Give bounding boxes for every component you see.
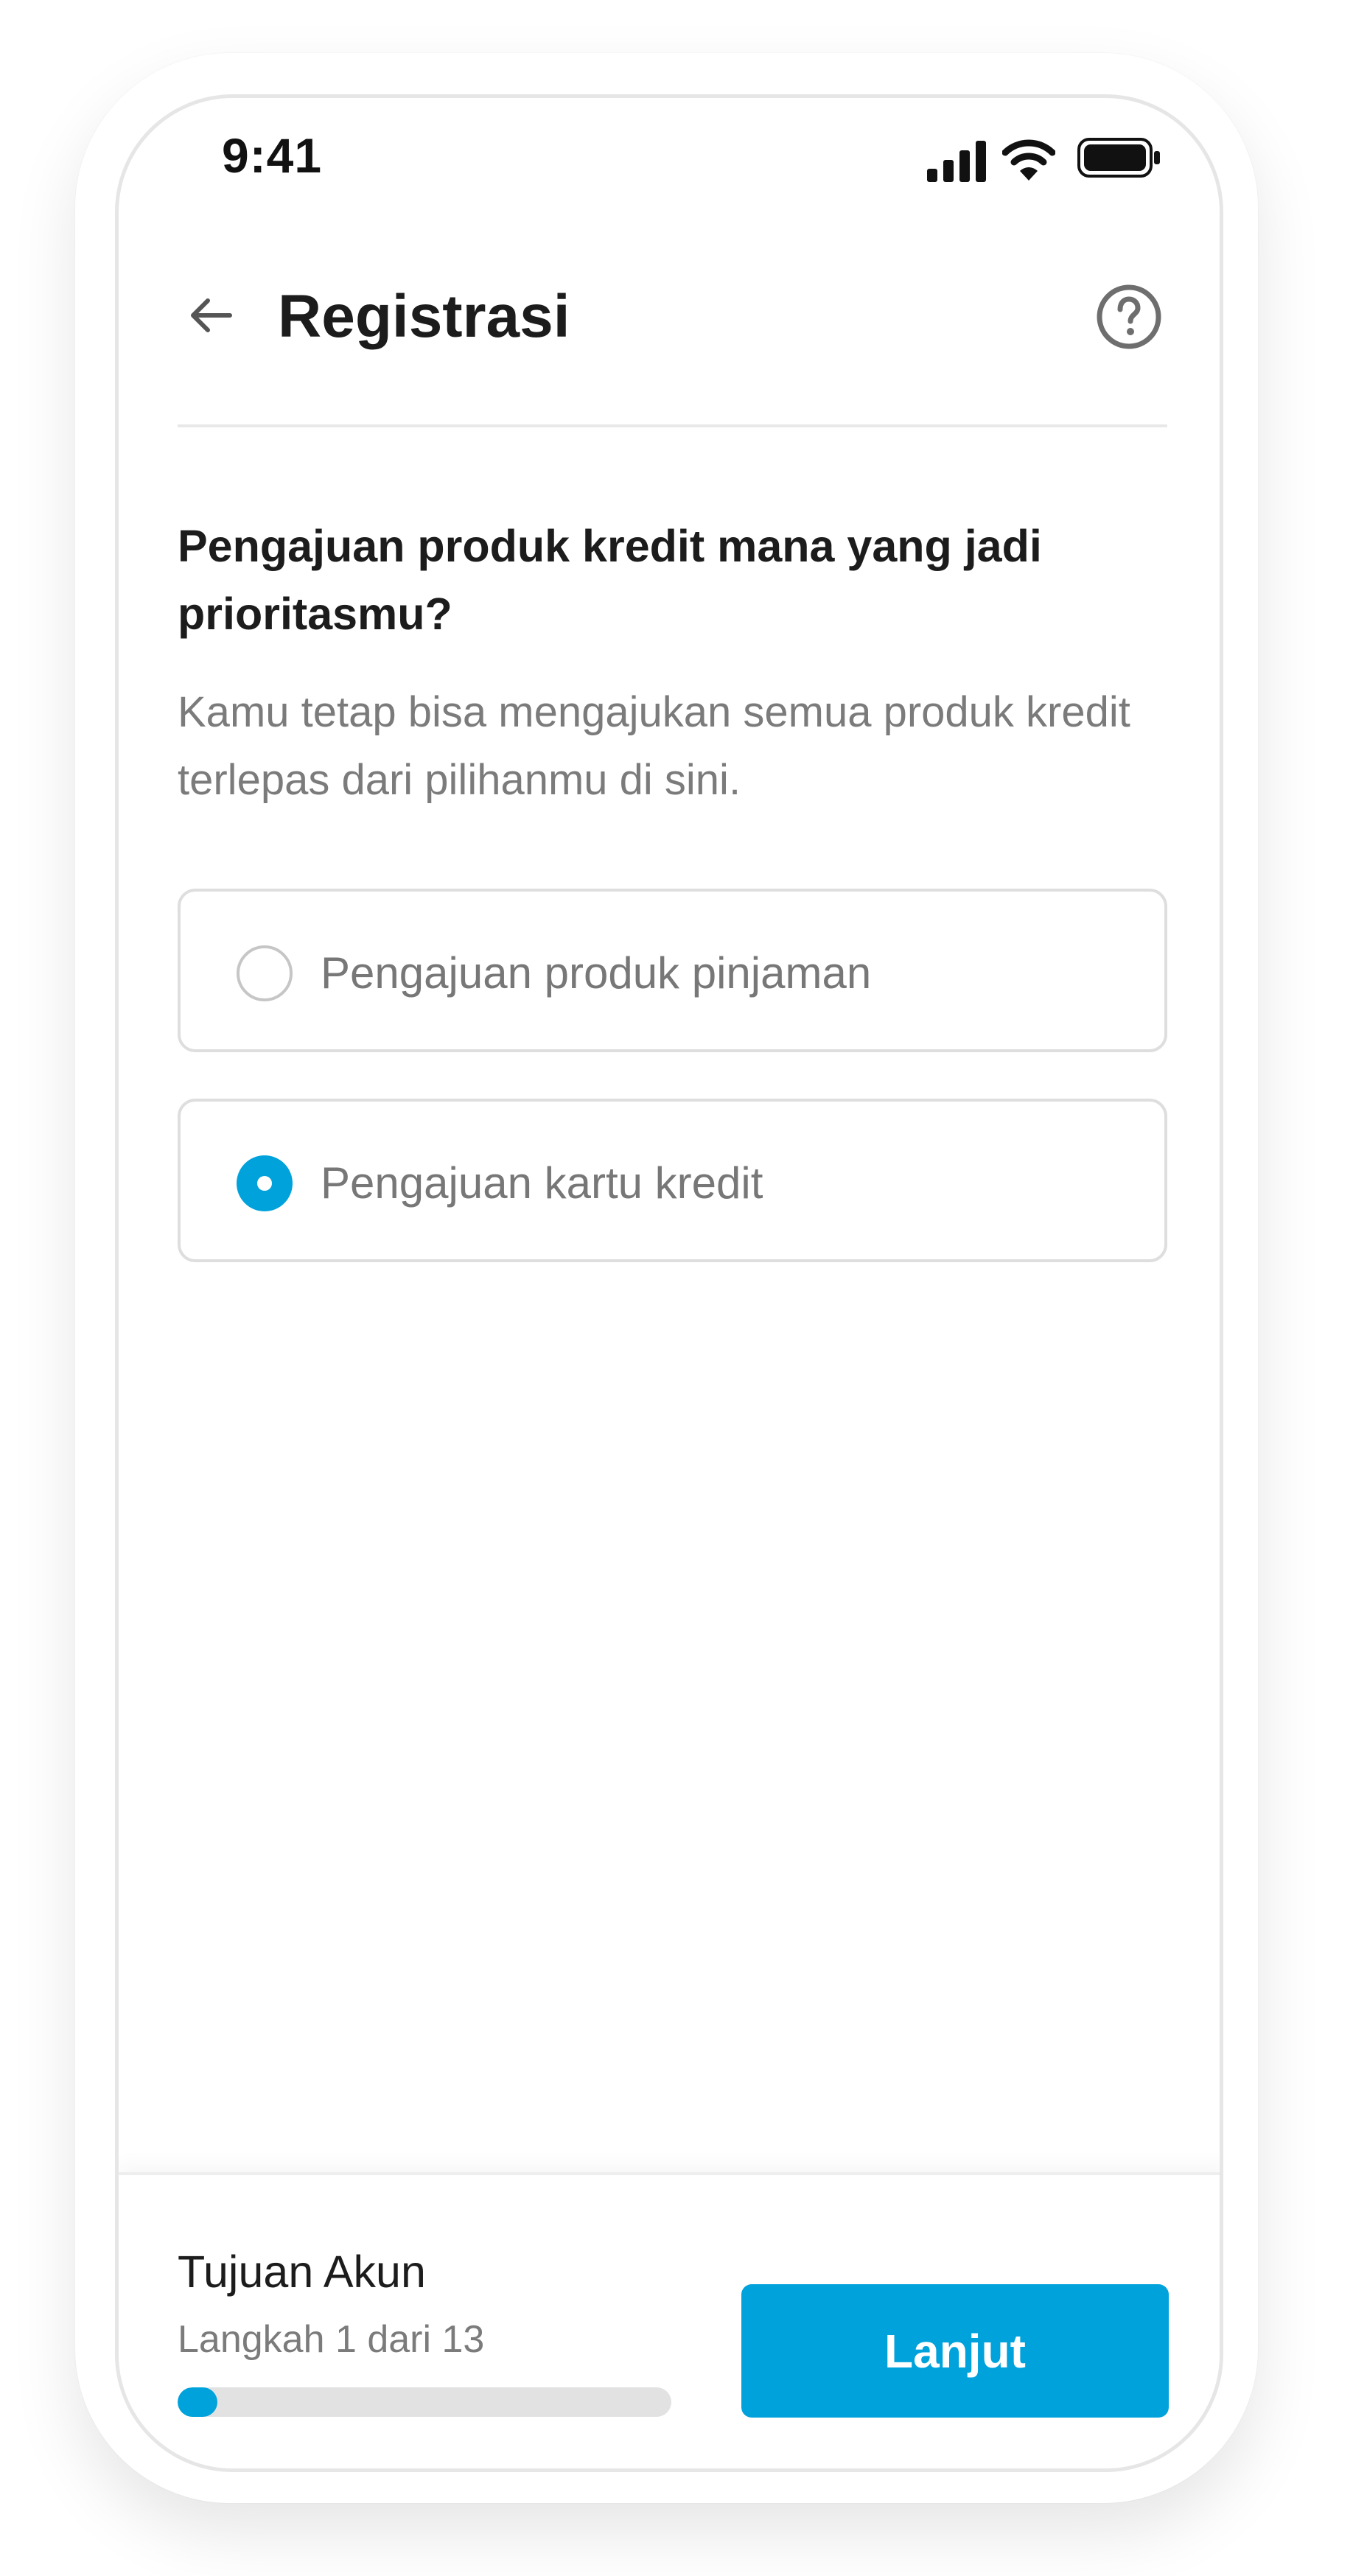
option-label: Pengajuan kartu kredit bbox=[321, 1158, 763, 1208]
option-loan-product[interactable]: Pengajuan produk pinjaman bbox=[178, 889, 1167, 1052]
next-button[interactable]: Lanjut bbox=[741, 2284, 1169, 2418]
bottom-footer: Tujuan Akun Langkah 1 dari 13 Lanjut bbox=[119, 2172, 1220, 2468]
help-icon[interactable] bbox=[1095, 283, 1163, 351]
status-time: 9:41 bbox=[222, 128, 323, 183]
question-subtitle: Kamu tetap bisa mengajukan semua produk … bbox=[178, 688, 1130, 804]
progress-bar bbox=[178, 2387, 671, 2417]
back-arrow-icon[interactable] bbox=[181, 286, 240, 345]
question-title: Pengajuan produk kredit mana yang jadi p… bbox=[178, 521, 1042, 639]
option-credit-card[interactable]: Pengajuan kartu kredit bbox=[178, 1099, 1167, 1262]
option-label: Pengajuan produk pinjaman bbox=[321, 948, 872, 998]
step-title: Tujuan Akun bbox=[178, 2247, 426, 2297]
signal-icon bbox=[927, 141, 986, 182]
app-screen: 9:41 Registrasi Pengajuan produk kredit … bbox=[115, 94, 1223, 2472]
battery-icon bbox=[1077, 138, 1160, 178]
step-count: Langkah 1 dari 13 bbox=[178, 2318, 485, 2361]
header-divider bbox=[178, 424, 1167, 427]
progress-fill bbox=[178, 2387, 217, 2417]
page-title: Registrasi bbox=[278, 283, 570, 350]
radio-unselected-icon[interactable] bbox=[237, 945, 293, 1001]
radio-selected-icon[interactable] bbox=[237, 1155, 293, 1211]
wifi-icon bbox=[1002, 139, 1055, 181]
